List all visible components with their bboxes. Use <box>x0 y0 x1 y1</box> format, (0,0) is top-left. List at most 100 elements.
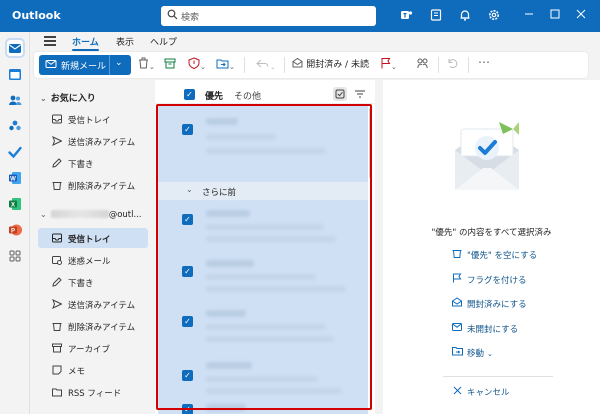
trash-icon <box>451 248 463 261</box>
people-app-icon[interactable] <box>7 92 23 108</box>
trash-icon <box>52 180 62 190</box>
groups-app-icon[interactable] <box>7 118 23 134</box>
empty-focused-action[interactable]: "優先" を空にする <box>451 248 537 261</box>
message-row[interactable]: ✓ <box>158 300 368 350</box>
minimize-button[interactable] <box>519 6 539 26</box>
svg-text:X: X <box>11 202 15 208</box>
calendar-app-icon[interactable] <box>7 66 23 82</box>
sweep-button[interactable] <box>416 57 429 73</box>
folder-archive[interactable]: アーカイブ <box>38 338 148 358</box>
folder-label: アーカイブ <box>68 345 110 355</box>
tab-home[interactable]: ホーム <box>72 35 99 51</box>
flag-action[interactable]: フラグを付ける <box>451 273 527 286</box>
more-apps-icon[interactable] <box>7 248 23 264</box>
account-header[interactable]: ⌄ @outl... <box>40 210 142 220</box>
folder-inbox[interactable]: 受信トレイ <box>38 228 148 248</box>
folder-favorites-inbox[interactable]: 受信トレイ <box>38 109 148 129</box>
open-envelope-icon <box>451 297 463 310</box>
teams-icon[interactable] <box>398 8 414 24</box>
report-button[interactable]: ⌄ <box>188 57 206 73</box>
folder-favorites-drafts[interactable]: 下書き <box>38 153 148 173</box>
mark-read-action[interactable]: 開封済みにする <box>451 297 527 310</box>
message-list-scrollbar[interactable] <box>368 104 373 414</box>
message-row[interactable]: ✓ <box>158 104 368 182</box>
message-checkbox[interactable]: ✓ <box>182 404 193 414</box>
redacted-preview <box>206 388 342 394</box>
move-to-button[interactable]: ⌄ <box>216 57 235 73</box>
folder-favorites-deleted[interactable]: 削除済みアイテム <box>38 175 148 195</box>
move-action[interactable]: 移動 ⌄ <box>451 346 493 359</box>
excel-app-icon[interactable]: X <box>7 196 23 212</box>
ribbon-divider <box>468 57 469 73</box>
close-button[interactable] <box>571 6 591 26</box>
chevron-down-icon: ⌄ <box>487 350 493 358</box>
scrollbar-thumb[interactable] <box>369 108 372 178</box>
selection-mode-button[interactable] <box>333 87 347 101</box>
maximize-button[interactable] <box>545 6 565 26</box>
favorites-header[interactable]: ⌄ お気に入り <box>40 91 96 104</box>
redacted-subject <box>206 134 276 140</box>
message-row[interactable]: ✓ <box>158 400 368 414</box>
tab-view[interactable]: 表示 <box>116 35 134 48</box>
search-box[interactable]: 検索 <box>161 6 376 26</box>
word-app-icon[interactable]: W <box>7 170 23 186</box>
redacted-preview <box>206 236 336 242</box>
envelope-check-illustration <box>447 118 527 198</box>
todo-app-icon[interactable] <box>7 144 23 160</box>
message-checkbox[interactable]: ✓ <box>182 214 193 225</box>
folder-label: 迷惑メール <box>68 257 111 267</box>
folder-label: 削除済みアイテム <box>68 323 136 333</box>
trash-icon <box>52 321 62 331</box>
section-older[interactable]: ⌄ さらに前 <box>158 182 368 200</box>
folder-junk[interactable]: 迷惑メール <box>38 250 148 270</box>
message-checkbox[interactable]: ✓ <box>182 124 193 135</box>
folder-notes[interactable]: メモ <box>38 360 148 380</box>
folder-deleted[interactable]: 削除済みアイテム <box>38 316 148 336</box>
message-checkbox[interactable]: ✓ <box>182 316 193 327</box>
folder-sent[interactable]: 送信済みアイテム <box>38 294 148 314</box>
settings-icon[interactable] <box>486 8 502 24</box>
mail-app-icon[interactable] <box>5 38 25 58</box>
note-icon <box>52 365 62 375</box>
notes-icon[interactable] <box>428 8 444 24</box>
filter-icon[interactable] <box>354 88 366 103</box>
folder-rss[interactable]: RSS フィード <box>38 382 148 402</box>
archive-button[interactable] <box>164 57 176 73</box>
action-label: 移動 <box>467 349 485 359</box>
new-mail-button[interactable]: 新規メール ⌄ <box>39 55 131 75</box>
message-items: ✓ ⌄ さらに前 ✓ ✓ ✓ ✓ ✓ <box>158 104 368 414</box>
cancel-action[interactable]: キャンセル <box>451 386 510 398</box>
more-options-icon[interactable]: ⋯ <box>478 55 490 71</box>
bell-icon[interactable] <box>457 8 473 24</box>
reading-pane: "優先" の内容をすべて選択済み "優先" を空にする フラグを付ける 開封済み… <box>383 80 600 414</box>
send-icon <box>52 299 63 309</box>
folder-label: 受信トレイ <box>68 116 111 126</box>
message-row[interactable]: ✓ <box>158 350 368 400</box>
chevron-down-icon[interactable]: ⌄ <box>115 58 123 68</box>
reply-all-button[interactable]: ⌄ <box>254 57 276 73</box>
tab-focused[interactable]: 優先 <box>205 89 223 102</box>
flag-button[interactable]: ⌄ <box>380 57 397 73</box>
powerpoint-app-icon[interactable]: P <box>7 222 23 238</box>
mark-read-unread-button[interactable]: 開封済み / 未読 <box>292 57 369 73</box>
action-label: 未開封にする <box>467 325 519 335</box>
mark-unread-action[interactable]: 未開封にする <box>451 322 518 335</box>
tab-other[interactable]: その他 <box>234 89 261 102</box>
account-name-redacted <box>50 210 109 218</box>
message-row[interactable]: ✓ <box>158 250 368 300</box>
message-checkbox[interactable]: ✓ <box>182 370 193 381</box>
undo-button[interactable] <box>446 57 458 73</box>
pencil-icon <box>52 158 62 168</box>
message-row[interactable]: ✓ <box>158 200 368 250</box>
redacted-preview <box>206 286 346 292</box>
delete-button[interactable]: ⌄ <box>138 57 155 73</box>
redacted-subject <box>206 376 318 382</box>
hamburger-icon[interactable] <box>44 36 56 46</box>
select-all-checkbox[interactable]: ✓ <box>184 89 195 100</box>
redacted-sender <box>206 404 246 411</box>
send-icon <box>52 136 63 146</box>
folder-drafts[interactable]: 下書き <box>38 272 148 292</box>
folder-favorites-sent[interactable]: 送信済みアイテム <box>38 131 148 151</box>
message-checkbox[interactable]: ✓ <box>182 266 193 277</box>
tab-help[interactable]: ヘルプ <box>150 35 177 48</box>
